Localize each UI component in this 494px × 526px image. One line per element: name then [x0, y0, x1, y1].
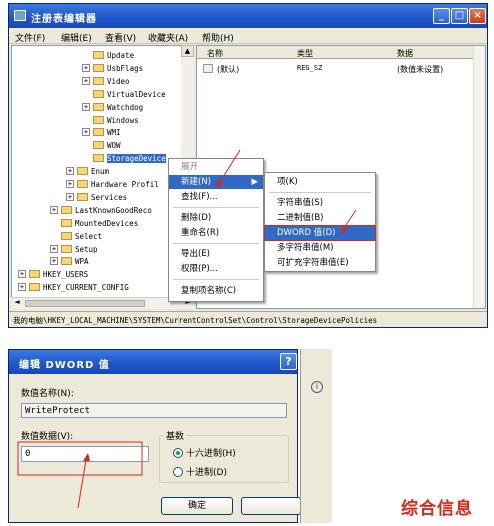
annotation-arrow [77, 459, 87, 509]
annotation-arrow [343, 209, 357, 229]
annotation-arrowhead [83, 453, 90, 461]
annotation-highlight-box [17, 441, 143, 476]
annotation-arrow [219, 149, 241, 183]
annotation-overlay [17, 149, 357, 509]
